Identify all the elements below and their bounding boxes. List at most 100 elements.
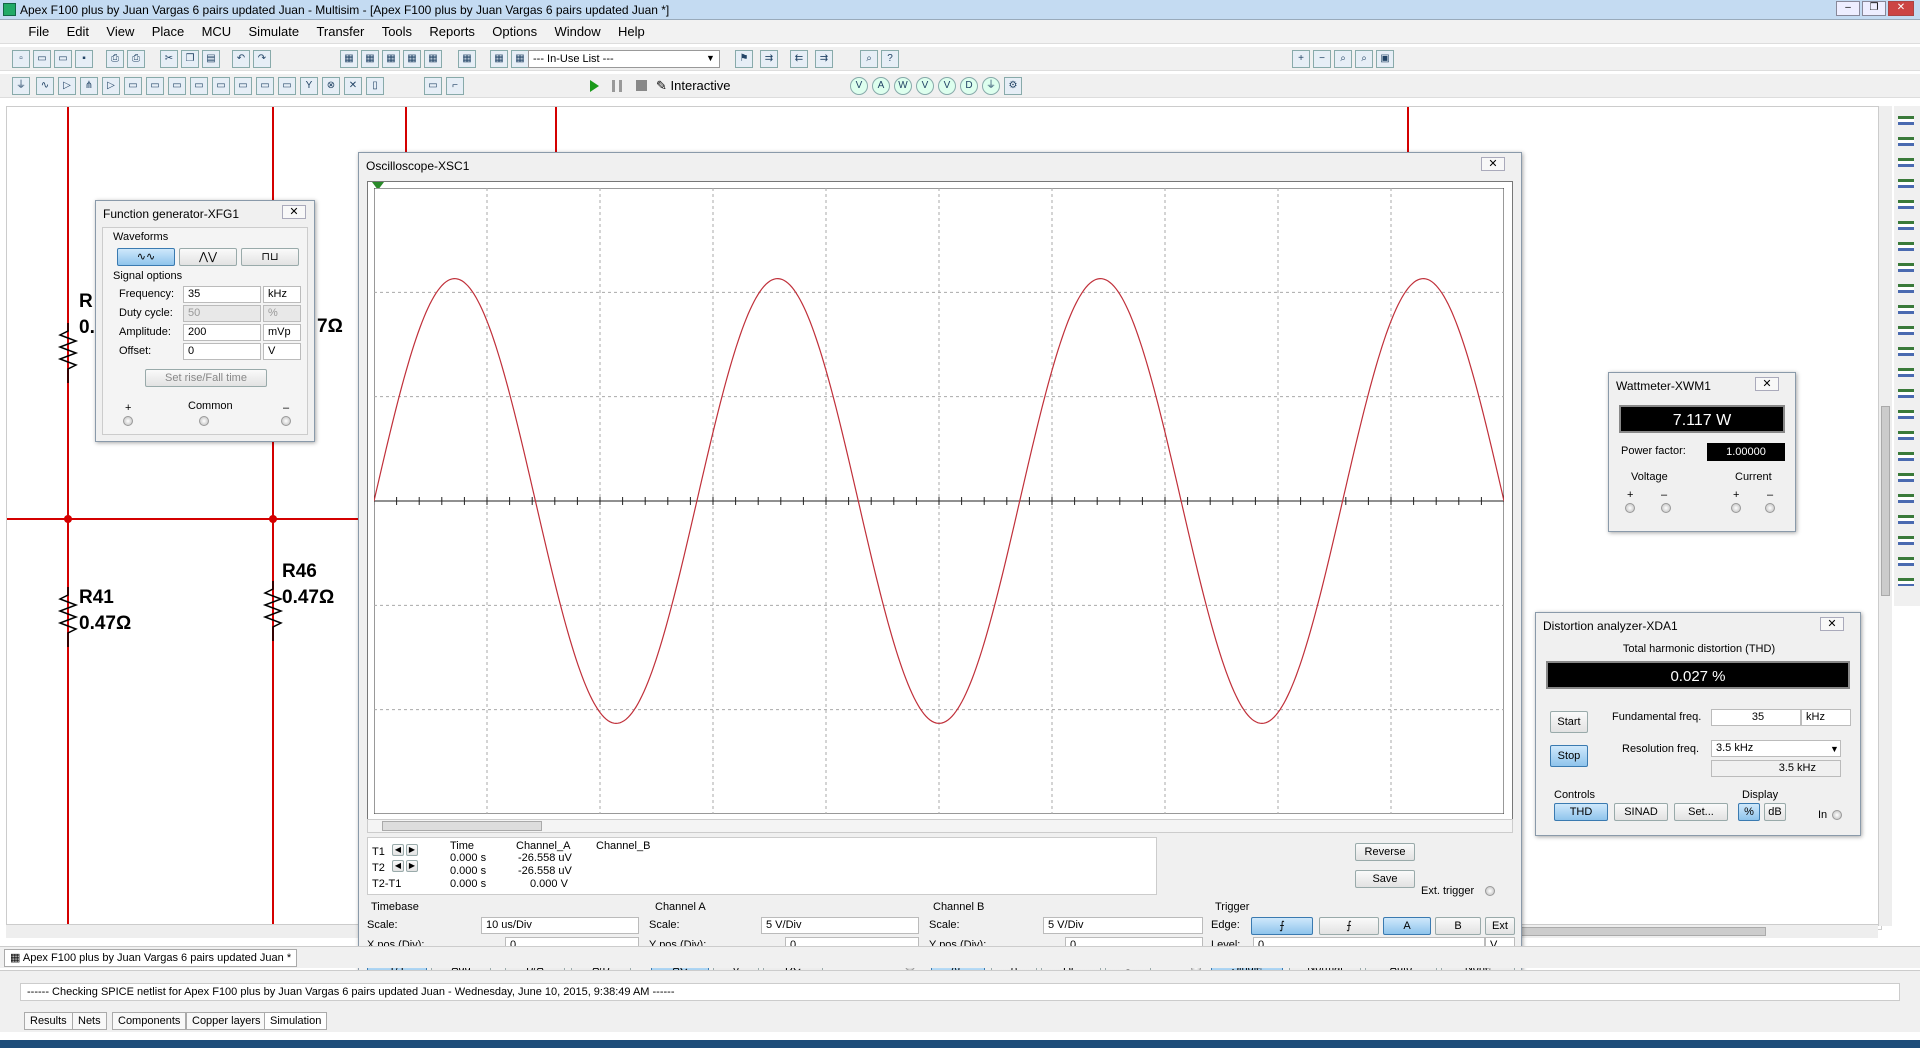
electromechanical-icon[interactable]: ⊗	[322, 77, 340, 95]
wire[interactable]	[555, 107, 557, 157]
ext-trigger-terminal[interactable]	[1485, 886, 1495, 896]
analog-component-icon[interactable]: ▷	[102, 77, 120, 95]
rising-edge-button[interactable]: ⨍	[1251, 917, 1313, 935]
postprocessor-icon[interactable]: ▦	[424, 50, 442, 68]
voltage-plus-terminal[interactable]	[1625, 503, 1635, 513]
misc-digital-icon[interactable]: ▭	[168, 77, 186, 95]
help-icon[interactable]: ?	[881, 50, 899, 68]
close-icon[interactable]: ✕	[1481, 157, 1505, 171]
offset-field[interactable]: 0	[183, 343, 261, 360]
interactive-button[interactable]: ✎ Interactive	[656, 78, 731, 94]
save-button[interactable]: Save	[1355, 870, 1415, 888]
vertical-scrollbar[interactable]	[1878, 106, 1892, 926]
set-rise-fall-button[interactable]: Set rise/Fall time	[145, 369, 267, 387]
back-annotate-icon[interactable]: ⇇	[790, 50, 808, 68]
restore-button[interactable]: ❐	[1862, 1, 1886, 16]
menu-mcu[interactable]: MCU	[195, 20, 239, 43]
probe-ground-icon[interactable]: ⏚	[982, 77, 1000, 95]
minimize-button[interactable]: –	[1836, 1, 1860, 16]
falling-edge-button[interactable]: ⨍	[1319, 917, 1379, 935]
zoom-sheet-icon[interactable]: ⌕	[1355, 50, 1373, 68]
menu-window[interactable]: Window	[547, 20, 607, 43]
resistor-symbol[interactable]	[262, 581, 284, 641]
oscilloscope-window[interactable]: Oscilloscope-XSC1 ✕ Time Channel_A Chann…	[358, 152, 1522, 984]
menu-file[interactable]: File	[21, 20, 56, 43]
menu-edit[interactable]: Edit	[60, 20, 96, 43]
scrollbar-thumb[interactable]	[1881, 406, 1890, 596]
offset-unit[interactable]: V	[263, 343, 301, 360]
probe-settings-icon[interactable]: ⚙	[1004, 77, 1022, 95]
t1-left-arrow-icon[interactable]: ◀	[392, 844, 404, 856]
probe-power-icon[interactable]: W	[894, 77, 912, 95]
tab-components[interactable]: Components	[112, 1012, 187, 1030]
open-sample-icon[interactable]: ▭	[54, 50, 72, 68]
menu-reports[interactable]: Reports	[422, 20, 482, 43]
frequency-field[interactable]: 35	[183, 286, 261, 303]
t2-right-arrow-icon[interactable]: ▶	[406, 860, 418, 872]
print-preview-icon[interactable]: ⎙	[127, 50, 145, 68]
fullscreen-icon[interactable]: ▣	[1376, 50, 1394, 68]
open-folder-icon[interactable]: ▭	[33, 50, 51, 68]
mcu-component-icon[interactable]: ▯	[366, 77, 384, 95]
scrollbar-thumb[interactable]	[382, 821, 542, 831]
save-icon[interactable]: ▪	[75, 50, 93, 68]
advanced-peripherals-icon[interactable]: ▭	[278, 77, 296, 95]
tab-simulation[interactable]: Simulation	[264, 1012, 328, 1030]
new-subcircuit-icon[interactable]: ▦	[490, 50, 508, 68]
zoom-out-icon[interactable]: −	[1313, 50, 1331, 68]
stop-button[interactable]: Stop	[1550, 745, 1588, 767]
input-terminal[interactable]	[1832, 810, 1842, 820]
indicator-component-icon[interactable]: ▭	[212, 77, 230, 95]
channel-b-scale-field[interactable]: 5 V/Div	[1043, 917, 1203, 934]
ni-component-icon[interactable]: ✕	[344, 77, 362, 95]
paste-icon[interactable]: ▤	[202, 50, 220, 68]
common-terminal[interactable]	[199, 416, 209, 426]
menu-view[interactable]: View	[99, 20, 141, 43]
hierarchical-block-icon[interactable]: ▭	[424, 77, 442, 95]
chevron-down-icon[interactable]: ▼	[1830, 744, 1839, 754]
resistor-symbol[interactable]	[57, 323, 79, 383]
database-icon[interactable]: ▦	[382, 50, 400, 68]
frequency-unit[interactable]: kHz	[263, 286, 301, 303]
t2-left-arrow-icon[interactable]: ◀	[392, 860, 404, 872]
square-wave-button[interactable]: ⊓⊔	[241, 248, 299, 266]
pause-icon[interactable]	[612, 80, 622, 92]
grapher-icon[interactable]: ▦	[403, 50, 421, 68]
rf-component-icon[interactable]: Y	[300, 77, 318, 95]
copy-icon[interactable]: ❐	[181, 50, 199, 68]
timebase-scale-field[interactable]: 10 us/Div	[481, 917, 639, 934]
forward-annotate-icon[interactable]: ⇉	[815, 50, 833, 68]
new-file-icon[interactable]: ▫	[12, 50, 30, 68]
scope-scrollbar[interactable]	[367, 819, 1513, 833]
tab-nets[interactable]: Nets	[72, 1012, 107, 1030]
tab-results[interactable]: Results	[24, 1012, 73, 1030]
misc-component-icon[interactable]: ▭	[256, 77, 274, 95]
db-display-button[interactable]: dB	[1764, 803, 1786, 821]
bus-icon[interactable]: ⌐	[446, 77, 464, 95]
cmos-component-icon[interactable]: ▭	[146, 77, 164, 95]
resistor-symbol[interactable]	[57, 587, 79, 647]
function-generator-window[interactable]: Function generator-XFG1 ✕ Waveforms ∿∿ ⋀…	[95, 200, 315, 442]
wire[interactable]	[7, 518, 361, 520]
probe-voltage-icon[interactable]: V	[850, 77, 868, 95]
diode-component-icon[interactable]: ▷	[58, 77, 76, 95]
instrument-icons[interactable]	[1898, 116, 1914, 586]
trigger-source-b-button[interactable]: B	[1435, 917, 1481, 935]
distortion-analyzer-window[interactable]: Distortion analyzer-XDA1 ✕ Total harmoni…	[1535, 612, 1861, 836]
trigger-source-a-button[interactable]: A	[1383, 917, 1431, 935]
thd-button[interactable]: THD	[1554, 803, 1608, 821]
close-icon[interactable]: ✕	[1755, 377, 1779, 391]
power-component-icon[interactable]: ▭	[234, 77, 252, 95]
menu-transfer[interactable]: Transfer	[309, 20, 371, 43]
plus-terminal[interactable]	[123, 416, 133, 426]
transistor-component-icon[interactable]: ⋔	[80, 77, 98, 95]
sine-wave-button[interactable]: ∿∿	[117, 248, 175, 266]
component-list-icon[interactable]: ▦	[511, 50, 529, 68]
fundamental-freq-field[interactable]: 35	[1711, 709, 1801, 726]
basic-component-icon[interactable]: ∿	[36, 77, 54, 95]
redo-icon[interactable]: ↷	[253, 50, 271, 68]
voltage-minus-terminal[interactable]	[1661, 503, 1671, 513]
current-minus-terminal[interactable]	[1765, 503, 1775, 513]
menu-simulate[interactable]: Simulate	[242, 20, 307, 43]
channel-a-scale-field[interactable]: 5 V/Div	[761, 917, 919, 934]
